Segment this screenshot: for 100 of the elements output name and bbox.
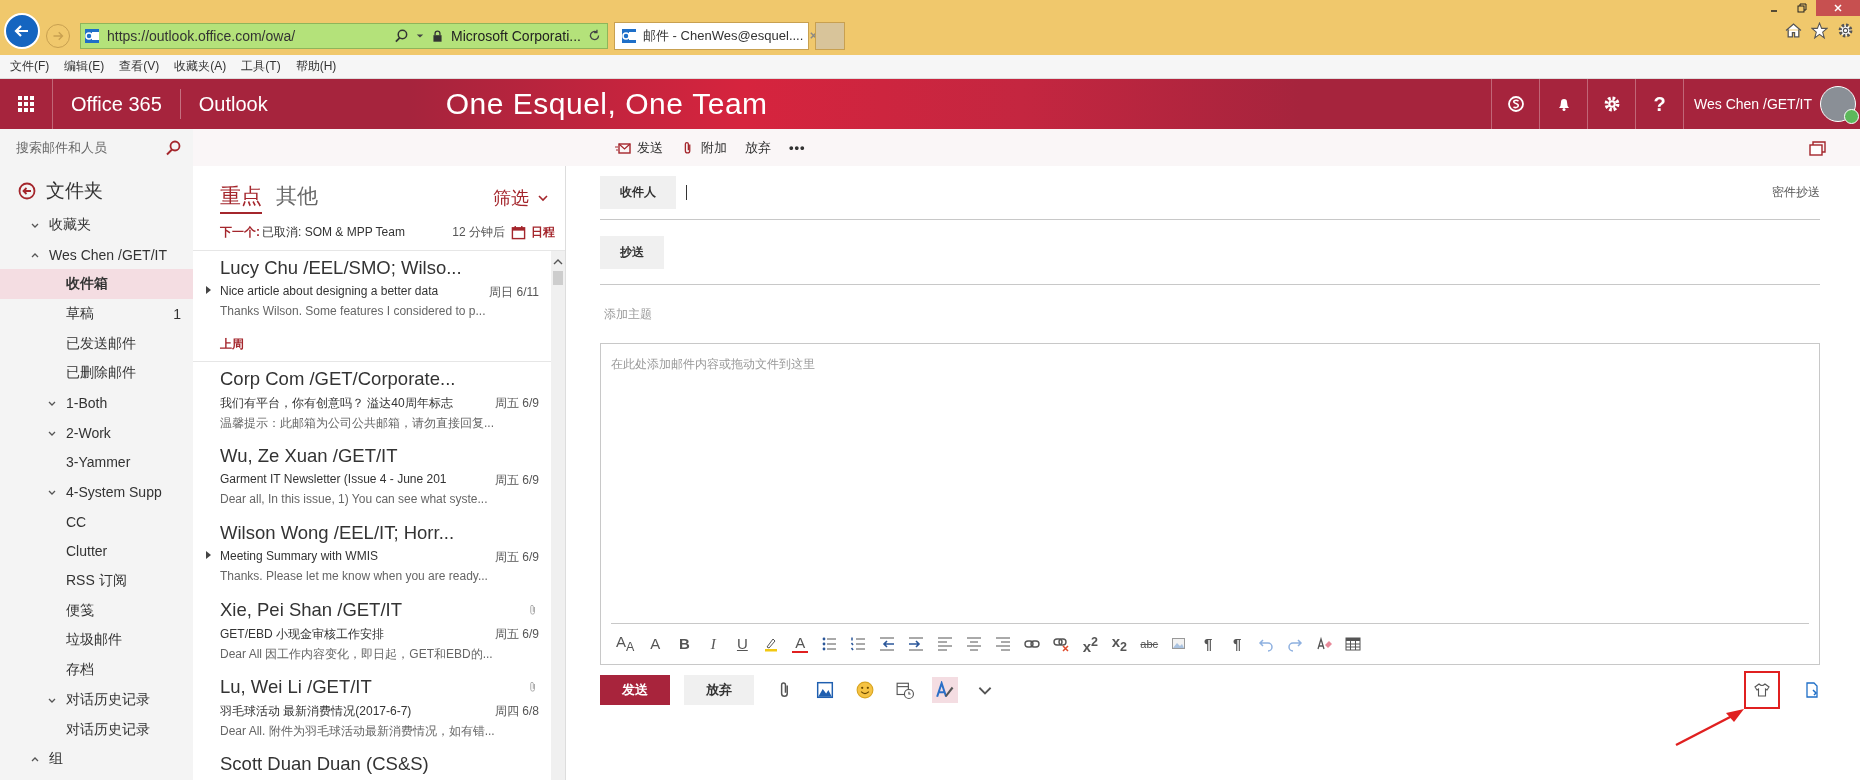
outdent-icon[interactable] [879, 636, 896, 652]
folder-item[interactable]: 3-Yammer [0, 447, 193, 478]
cc-button[interactable]: 抄送 [600, 235, 664, 269]
folder-item[interactable]: 对话历史记录 [0, 685, 193, 715]
bullets-icon[interactable] [821, 636, 838, 652]
folder-item[interactable]: 垃圾邮件 [0, 625, 193, 656]
message-item[interactable]: Wu, Ze Xuan /GET/IT Garment IT Newsletter (Issue 4 - June 201 周五 6/9 Dear all, In this issue, 1) You can see what syste... [193, 439, 551, 516]
send-button[interactable]: 发送 [600, 675, 670, 705]
folder-item[interactable]: 已删除邮件 [0, 358, 193, 389]
shirt-icon[interactable] [1754, 682, 1770, 698]
menu-item[interactable]: 收藏夹(A) [174, 58, 234, 75]
expand-triangle-icon[interactable] [204, 550, 212, 560]
address-bar[interactable]: https://outlook.office.com/owa/ Microsoft Corporati... [80, 22, 608, 49]
ltr-button[interactable]: ¶ [1200, 636, 1217, 652]
message-item[interactable]: Lu, Wei Li /GET/IT 羽毛球活动 最新消费情况(2017-6-7) 周四 6/8 Dear All. 附件为羽毛球活动最新消费情况，如有错... [193, 670, 551, 747]
send-button[interactable]: 发送 [613, 134, 665, 161]
folder-item[interactable]: Clutter [0, 536, 193, 567]
lock-icon [431, 28, 445, 43]
menu-item[interactable]: 查看(V) [119, 58, 167, 75]
table-icon[interactable] [1345, 636, 1362, 652]
site-identity[interactable]: Microsoft Corporati... [451, 27, 581, 44]
pivot-tab[interactable]: 重点 [220, 181, 262, 214]
mail-app-icon [621, 27, 637, 44]
message-item[interactable]: Lucy Chu /EEL/SMO; Wilso... Nice article about designing a better data 周日 6/11 Thanks Wilson. Some features I considered to p... [193, 251, 551, 328]
chevron-up-icon[interactable] [553, 257, 563, 267]
font-size-button[interactable]: A$_{A}$ [616, 633, 635, 655]
settings-icon[interactable] [1837, 22, 1854, 39]
folder-item[interactable]: Wes Chen /GET/IT [0, 239, 193, 270]
discard-button[interactable]: 放弃 [684, 675, 754, 705]
folder-item[interactable]: 便笺 [0, 595, 193, 626]
rtl-button[interactable]: ¶ [1229, 636, 1246, 652]
subscript-button[interactable]: x$_{2}$ [1111, 633, 1128, 655]
search-icon[interactable] [394, 28, 410, 43]
banner-slogan: One Esquel, One Team [445, 87, 768, 121]
folder-item[interactable]: RSS 订阅 [0, 566, 193, 596]
image-icon[interactable] [1171, 636, 1188, 652]
scrollbar[interactable] [551, 251, 565, 780]
pop-out-icon[interactable] [1809, 139, 1826, 156]
caret-icon[interactable] [416, 31, 425, 40]
menu-item[interactable]: 帮助(H) [295, 58, 344, 75]
attach-button[interactable]: 附加 [679, 134, 729, 161]
next-event-title[interactable]: 已取消: SOM & MPP Team [262, 224, 405, 241]
indent-icon[interactable] [908, 636, 925, 652]
superscript-button[interactable]: x$^{2}$ [1082, 633, 1099, 655]
folder-item[interactable]: 草稿 1 [0, 299, 193, 329]
app-name[interactable]: Outlook [180, 92, 286, 116]
folder-item[interactable]: 收藏夹 [0, 210, 193, 240]
unlink-icon[interactable] [1053, 636, 1070, 652]
bold-button[interactable]: B [676, 636, 693, 652]
message-item[interactable]: Xie, Pei Shan /GET/IT GET/EBD 小现金审核工作安排 周五 6/9 Dear All 因工作内容变化，即日起，GET和EBD的... [193, 593, 551, 670]
folder-item[interactable]: 组 [0, 744, 193, 775]
message-item[interactable]: Corp Com /GET/Corporate... 我们有平台，你有创意吗？ 溢达40周年标志 周五 6/9 温馨提示：此邮箱为公司公共邮箱，请勿直接回复... [193, 362, 551, 439]
presence-badge [1844, 109, 1859, 124]
restore-icon[interactable] [1797, 3, 1807, 13]
format-pen-icon[interactable] [932, 677, 958, 703]
folder-item[interactable]: 收件箱 [0, 269, 193, 300]
star-icon[interactable] [1811, 22, 1828, 39]
discard-button[interactable]: 放弃 [743, 134, 773, 161]
search-field[interactable]: 搜索邮件和人员 [0, 129, 193, 166]
message-item[interactable]: Scott Duan Duan (CS&S) [193, 747, 551, 780]
filter-button[interactable]: 筛选 [487, 184, 555, 211]
scrollbar-thumb[interactable] [553, 271, 563, 285]
folders-title: 文件夹 [46, 179, 103, 203]
event-time: 12 分钟后 [452, 224, 505, 241]
folder-item[interactable]: 存档 [0, 655, 193, 685]
font-color-button[interactable]: A [792, 635, 809, 653]
menu-item[interactable]: 编辑(E) [64, 58, 112, 75]
bcc-link[interactable]: 密件抄送 [1772, 184, 1820, 201]
underline-button[interactable]: U [734, 636, 751, 652]
menu-item[interactable]: 工具(T) [241, 58, 288, 75]
italic-button[interactable]: I [705, 636, 722, 652]
user-name[interactable]: Wes Chen /GET/IT [1694, 96, 1812, 112]
avatar[interactable] [1820, 86, 1856, 122]
back-button[interactable] [4, 12, 40, 49]
back-circle-icon[interactable] [18, 182, 36, 200]
menu-item[interactable]: 文件(F) [10, 58, 57, 75]
folder-item[interactable]: CC [0, 506, 193, 537]
calendar-icon [511, 225, 526, 240]
grow-font-button[interactable]: A [647, 636, 664, 652]
search-icon[interactable] [165, 139, 181, 156]
folder-item[interactable]: 对话历史记录 [0, 714, 193, 745]
pivot-tab[interactable]: 其他 [276, 181, 318, 214]
document-icon[interactable] [1804, 682, 1820, 698]
home-icon[interactable] [1785, 22, 1802, 39]
to-button[interactable]: 收件人 [600, 176, 676, 209]
strikethrough-button[interactable]: abc [1140, 636, 1159, 652]
message-item[interactable]: Wilson Wong /EEL/IT; Horr... Meeting Summary with WMIS 周五 6/9 Thanks. Please let me know when you are ready... [193, 516, 551, 593]
numbering-icon[interactable] [850, 636, 867, 652]
brand-name[interactable]: Office 365 [53, 89, 181, 119]
more-button[interactable]: ••• [787, 136, 808, 159]
folder-item[interactable]: 4-System Supp [0, 477, 193, 507]
calendar-link[interactable]: 日程 [531, 224, 555, 241]
refresh-icon[interactable] [588, 29, 601, 42]
folder-item[interactable]: 已发送邮件 [0, 328, 193, 359]
clear-format-icon[interactable] [1316, 636, 1333, 652]
highlight-icon[interactable] [763, 636, 780, 652]
message-body-field[interactable]: 在此处添加邮件内容或拖动文件到这里 A$_{A}$ A B I U A x$^{2}$ x$_{2}$ abc ¶ ¶ [600, 343, 1820, 665]
expand-triangle-icon[interactable] [204, 285, 212, 295]
folder-item[interactable]: 2-Work [0, 417, 193, 448]
folder-item[interactable]: 1-Both [0, 388, 193, 418]
